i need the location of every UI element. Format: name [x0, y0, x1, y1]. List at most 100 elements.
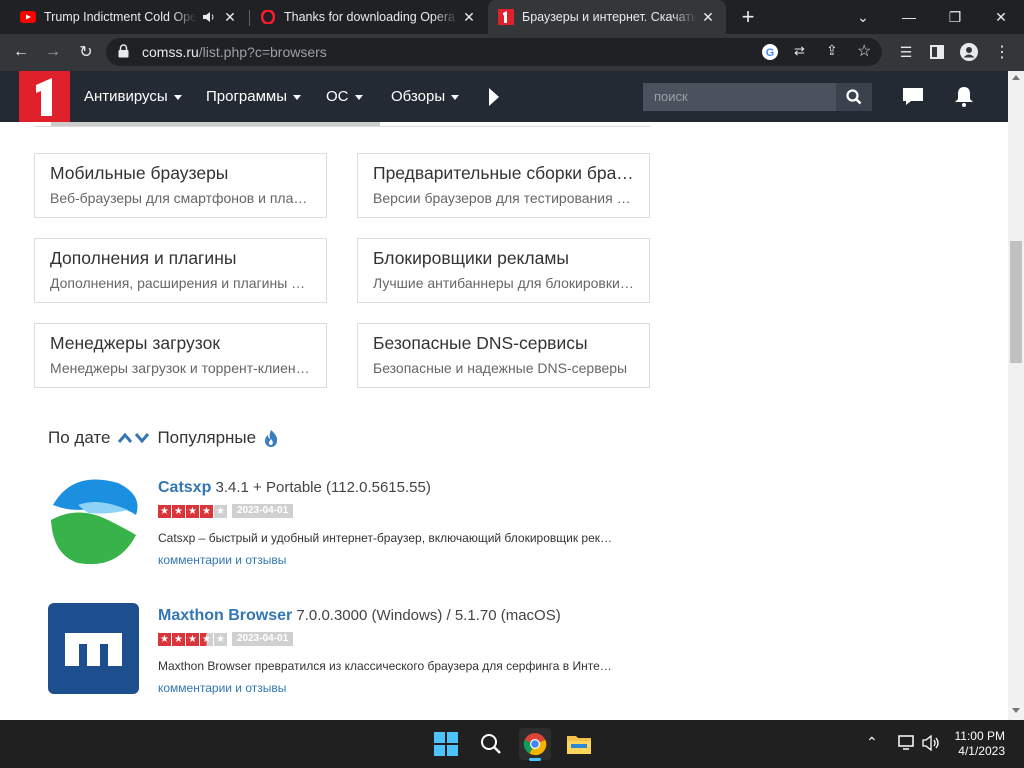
catsxp-logo-icon[interactable]: [48, 475, 139, 566]
side-panel-icon[interactable]: [923, 38, 951, 66]
menu-icon[interactable]: ⋮: [988, 38, 1016, 66]
maxthon-logo-icon[interactable]: [48, 603, 139, 694]
program-version: 3.4.1 + Portable (112.0.5615.55): [215, 479, 431, 496]
comss-logo-icon[interactable]: [19, 71, 70, 122]
category-download-managers[interactable]: Менеджеры загрузок Менеджеры загрузок и …: [34, 323, 327, 388]
category-title: Дополнения и плагины: [50, 248, 237, 268]
nav-reviews[interactable]: Обзоры: [391, 88, 460, 105]
category-title: Менеджеры загрузок: [50, 333, 220, 353]
program-name[interactable]: Catsxp: [158, 479, 211, 496]
search-button[interactable]: [836, 83, 872, 111]
program-title[interactable]: Catsxp 3.4.1 + Portable (112.0.5615.55): [158, 479, 431, 497]
star-icon: ★: [186, 504, 199, 518]
category-mobile-browsers[interactable]: Мобильные браузеры Веб-браузеры для смар…: [34, 153, 327, 218]
system-clock[interactable]: 11:00 PM 4/1/2023: [955, 729, 1005, 759]
category-addons[interactable]: Дополнения и плагины Дополнения, расшире…: [34, 238, 327, 303]
comss-favicon-icon: [498, 9, 514, 25]
program-version: 7.0.0.3000 (Windows) / 5.1.70 (macOS): [296, 607, 561, 624]
chevron-down-icon: [451, 94, 460, 100]
new-tab-button[interactable]: +: [734, 3, 762, 31]
chat-icon[interactable]: [902, 87, 924, 112]
nav-os[interactable]: ОС: [326, 88, 363, 105]
program-item-catsxp: Catsxp 3.4.1 + Portable (112.0.5615.55) …: [48, 475, 668, 575]
profile-icon[interactable]: [955, 38, 983, 66]
scroll-down-icon[interactable]: [1012, 708, 1020, 713]
file-explorer-icon[interactable]: [563, 728, 595, 760]
url-text: comss.ru/list.php?c=browsers: [142, 44, 327, 60]
translate-icon[interactable]: ⇄: [794, 43, 805, 59]
sort-by-date-link[interactable]: По дате: [48, 428, 110, 448]
tab-search-icon[interactable]: ⌄: [840, 0, 886, 34]
category-prerelease-builds[interactable]: Предварительные сборки браузеров Версии …: [357, 153, 650, 218]
minimize-icon[interactable]: —: [886, 0, 932, 34]
tab-opera[interactable]: Thanks for downloading Opera ✕: [250, 0, 487, 34]
close-tab-icon[interactable]: ✕: [700, 9, 716, 25]
sort-bar: По дате Популярные: [48, 428, 279, 448]
category-desc: Веб-браузеры для смартфонов и планшетов: [50, 190, 312, 206]
star-half-icon: ★: [200, 632, 213, 646]
reading-list-icon[interactable]: ☰: [892, 38, 920, 66]
close-window-icon[interactable]: ✕: [978, 0, 1024, 34]
close-tab-icon[interactable]: ✕: [461, 9, 477, 25]
nav-label: ОС: [326, 88, 349, 105]
sort-popular-link[interactable]: Популярные: [157, 428, 256, 448]
comments-link[interactable]: комментарии и отзывы: [158, 553, 286, 567]
tab-title: Trump Indictment Cold Open - SNL: [44, 10, 196, 24]
nav-programs[interactable]: Программы: [206, 88, 302, 105]
svg-text:G: G: [766, 47, 775, 59]
lock-icon[interactable]: [118, 44, 129, 63]
category-desc: Безопасные и надежные DNS-серверы: [373, 360, 628, 376]
notifications-bell-icon[interactable]: [954, 86, 974, 112]
program-desc: Catsxp – быстрый и удобный интернет-брау…: [158, 531, 618, 545]
audio-playing-icon[interactable]: [202, 10, 216, 27]
category-desc: Дополнения, расширения и плагины для бра…: [50, 275, 312, 291]
tab-youtube[interactable]: Trump Indictment Cold Open - SNL ✕: [8, 0, 248, 34]
sort-down-icon[interactable]: [134, 432, 150, 444]
taskbar-search-icon[interactable]: [475, 728, 507, 760]
tab-comss[interactable]: Браузеры и интернет. Скачать беспл ✕: [488, 0, 726, 34]
program-desc: Maxthon Browser превратился из классичес…: [158, 659, 618, 673]
chrome-taskbar-icon[interactable]: [519, 728, 551, 761]
network-icon[interactable]: [898, 735, 916, 756]
sort-up-icon[interactable]: [117, 432, 133, 444]
reload-icon[interactable]: ↻: [72, 38, 100, 66]
nav-antivirus[interactable]: Антивирусы: [84, 88, 182, 105]
star-icon: ★: [186, 632, 199, 646]
restore-icon[interactable]: ❐: [932, 0, 978, 34]
nav-label: Обзоры: [391, 88, 446, 105]
chevron-down-icon: [173, 94, 182, 100]
nav-more-arrow-icon[interactable]: [489, 88, 499, 106]
active-app-indicator: [529, 758, 541, 761]
rating-stars: ★ ★ ★ ★ ★ 2023-04-01: [158, 504, 294, 518]
tab-strip: Trump Indictment Cold Open - SNL ✕ Thank…: [0, 0, 1024, 34]
back-icon[interactable]: ←: [7, 38, 35, 66]
google-icon[interactable]: G: [762, 44, 778, 65]
program-title[interactable]: Maxthon Browser 7.0.0.3000 (Windows) / 5…: [158, 607, 561, 625]
star-icon: ★: [158, 504, 171, 518]
category-desc: Менеджеры загрузок и торрент-клиенты: [50, 360, 312, 376]
url-path: /list.php?c=browsers: [198, 44, 327, 60]
opera-icon: [260, 9, 276, 25]
comments-link[interactable]: комментарии и отзывы: [158, 681, 286, 695]
close-tab-icon[interactable]: ✕: [222, 9, 238, 25]
address-bar[interactable]: comss.ru/list.php?c=browsers G ⇄ ⇪ ☆: [106, 38, 882, 66]
category-adblockers[interactable]: Блокировщики рекламы Лучшие антибаннеры …: [357, 238, 650, 303]
volume-icon[interactable]: [922, 734, 940, 756]
scroll-up-icon[interactable]: [1012, 75, 1020, 80]
star-empty-icon: ★: [214, 504, 227, 518]
program-name[interactable]: Maxthon Browser: [158, 607, 292, 624]
scrollbar-thumb[interactable]: [1010, 241, 1022, 363]
category-secure-dns[interactable]: Безопасные DNS-сервисы Безопасные и наде…: [357, 323, 650, 388]
share-icon[interactable]: ⇪: [826, 42, 838, 59]
program-date-badge: 2023-04-01: [232, 632, 294, 646]
star-icon: ★: [172, 504, 185, 518]
star-empty-icon: ★: [214, 632, 227, 646]
start-windows-icon[interactable]: [430, 728, 462, 760]
rating-stars: ★ ★ ★ ★ ★ 2023-04-01: [158, 632, 294, 646]
show-hidden-icons-chevron-icon[interactable]: ⌃: [866, 734, 878, 751]
bookmark-star-icon[interactable]: ☆: [857, 41, 871, 61]
site-search-input[interactable]: поиск: [643, 83, 836, 111]
page-scrollbar[interactable]: [1008, 71, 1024, 720]
forward-icon[interactable]: →: [39, 38, 67, 66]
clock-date: 4/1/2023: [958, 744, 1005, 758]
